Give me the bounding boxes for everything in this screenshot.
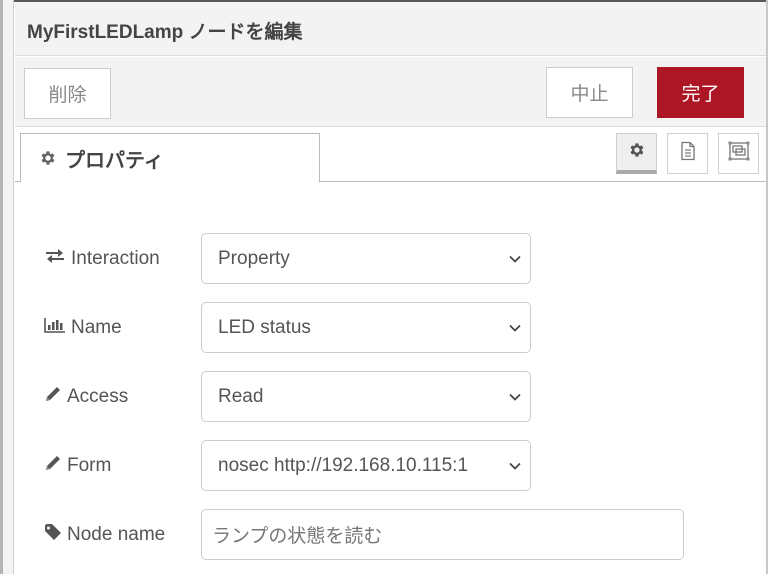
name-select-value: LED status bbox=[218, 316, 311, 338]
tray-header: MyFirstLEDLamp ノードを編集 bbox=[15, 2, 766, 56]
interaction-select[interactable]: Property bbox=[201, 233, 531, 284]
tray-gutter bbox=[3, 0, 14, 574]
chevron-down-icon bbox=[509, 324, 521, 332]
tray-toolbar: 削除 中止 完了 bbox=[15, 57, 766, 127]
gear-icon bbox=[39, 149, 57, 167]
delete-button[interactable]: 削除 bbox=[24, 68, 111, 119]
tray-title: MyFirstLEDLamp ノードを編集 bbox=[27, 22, 303, 43]
access-select-value: Read bbox=[218, 385, 264, 407]
exchange-icon bbox=[44, 248, 71, 270]
name-select[interactable]: LED status bbox=[201, 302, 531, 353]
interaction-label-text: Interaction bbox=[71, 248, 160, 269]
tab-label: プロパティ bbox=[65, 149, 164, 172]
appearance-panel-button[interactable] bbox=[718, 133, 759, 174]
form-row-interaction: Interaction Property bbox=[15, 233, 766, 285]
interaction-label: Interaction bbox=[44, 233, 160, 285]
description-panel-button[interactable] bbox=[667, 133, 708, 174]
cancel-button[interactable]: 中止 bbox=[546, 67, 633, 118]
node-name-input[interactable]: ランプの状態を読む bbox=[201, 509, 684, 560]
form-select-value: nosec http://192.168.10.115:1 bbox=[218, 454, 469, 476]
properties-panel-button[interactable] bbox=[616, 133, 657, 174]
bar-chart-icon bbox=[44, 317, 71, 339]
node-name-input-value: ランプの状態を読む bbox=[212, 526, 383, 547]
form-row-access: Access Read bbox=[15, 371, 766, 423]
name-label-text: Name bbox=[71, 317, 122, 338]
gear-icon bbox=[628, 141, 646, 164]
access-label-text: Access bbox=[67, 386, 129, 407]
chevron-down-icon bbox=[509, 462, 521, 470]
form-row-node-name: Node name ランプの状態を読む bbox=[15, 509, 766, 561]
tag-icon bbox=[44, 523, 67, 547]
edit-tray: MyFirstLEDLamp ノードを編集 削除 中止 完了 プロパティ Int… bbox=[15, 2, 766, 574]
tabs-row: プロパティ bbox=[15, 128, 766, 183]
document-icon bbox=[679, 141, 697, 166]
frame-icon bbox=[727, 141, 751, 166]
interaction-select-value: Property bbox=[218, 247, 290, 269]
chevron-down-icon bbox=[509, 255, 521, 263]
pencil-icon bbox=[44, 454, 67, 478]
chevron-down-icon bbox=[509, 393, 521, 401]
access-select[interactable]: Read bbox=[201, 371, 531, 422]
form-row-form: Form nosec http://192.168.10.115:1 bbox=[15, 440, 766, 492]
form-select[interactable]: nosec http://192.168.10.115:1 bbox=[201, 440, 531, 491]
name-label: Name bbox=[44, 302, 122, 354]
node-name-label-text: Node name bbox=[67, 524, 166, 545]
node-name-label: Node name bbox=[44, 509, 165, 561]
form-row-name: Name LED status bbox=[15, 302, 766, 354]
form-label: Form bbox=[44, 440, 111, 492]
form-label-text: Form bbox=[67, 455, 112, 476]
tab-properties[interactable]: プロパティ bbox=[20, 133, 320, 183]
done-button[interactable]: 完了 bbox=[657, 67, 744, 118]
access-label: Access bbox=[44, 371, 128, 423]
pencil-icon bbox=[44, 385, 67, 409]
